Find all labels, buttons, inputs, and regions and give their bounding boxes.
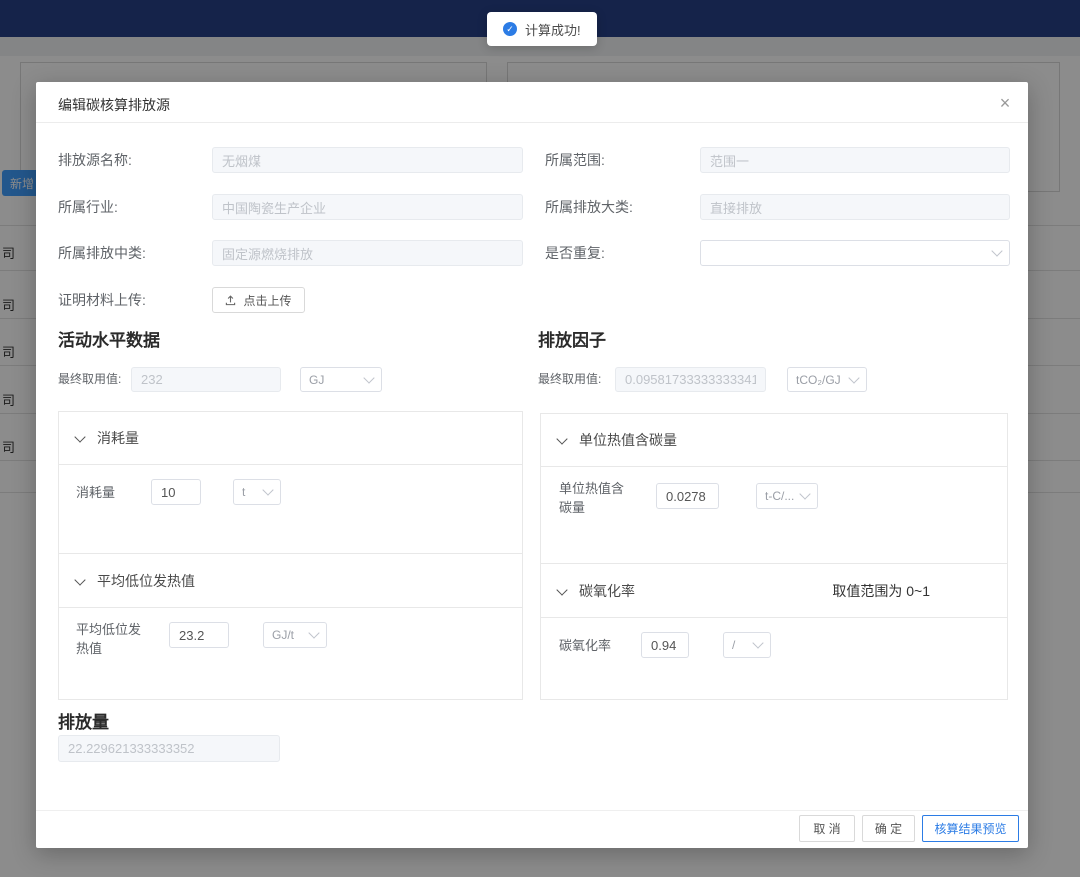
oxidation-rate-unit-select[interactable]: / xyxy=(723,632,771,658)
toast-message: 计算成功! xyxy=(525,20,581,39)
activity-unit-select[interactable]: GJ xyxy=(300,367,382,392)
heating-value-unit-select[interactable]: GJ/t xyxy=(263,622,327,648)
field-label-upload: 证明材料上传: xyxy=(58,287,146,313)
oxidation-rate-row-label: 碳氧化率 xyxy=(559,636,611,655)
chevron-down-icon xyxy=(74,574,85,585)
field-label-major-category: 所属排放大类: xyxy=(545,194,633,220)
carbon-content-panel-body: 单位热值含碳量 t-C/... xyxy=(541,467,1007,564)
oxidation-rate-panel-title: 碳氧化率 xyxy=(579,581,635,601)
heating-value-input[interactable] xyxy=(169,622,229,648)
emission-section-title: 排放量 xyxy=(58,708,109,733)
consumption-unit-select[interactable]: t xyxy=(233,479,281,505)
field-label-scope: 所属范围: xyxy=(545,147,605,173)
factor-unit-select[interactable]: tCO₂/GJ xyxy=(787,367,867,392)
chevron-down-icon xyxy=(752,637,763,648)
scope-input xyxy=(700,147,1010,173)
chevron-down-icon xyxy=(556,584,567,595)
upload-button[interactable]: 点击上传 xyxy=(212,287,305,313)
chevron-down-icon xyxy=(799,488,810,499)
close-icon[interactable]: × xyxy=(994,92,1016,114)
heating-value-row-label: 平均低位发热值 xyxy=(76,620,152,658)
industry-input xyxy=(212,194,523,220)
consumption-unit-value: t xyxy=(242,485,245,499)
heating-value-panel-body: 平均低位发热值 GJ/t xyxy=(59,608,522,701)
chevron-down-icon xyxy=(991,245,1002,256)
toast-success: ✓ 计算成功! xyxy=(487,12,597,46)
factor-section-title: 排放因子 xyxy=(538,326,606,351)
dialog-header-divider xyxy=(36,122,1028,123)
consumption-panel-header[interactable]: 消耗量 xyxy=(59,412,522,465)
heating-value-panel-title: 平均低位发热值 xyxy=(97,571,195,591)
upload-icon xyxy=(225,295,236,306)
cancel-button[interactable]: 取 消 xyxy=(799,815,855,842)
factor-final-input xyxy=(615,367,766,392)
activity-final-label: 最终取用值: xyxy=(58,367,121,392)
carbon-content-unit-select[interactable]: t-C/... xyxy=(756,483,818,509)
chevron-down-icon xyxy=(363,372,374,383)
field-label-duplicate: 是否重复: xyxy=(545,240,605,266)
field-label-middle-category: 所属排放中类: xyxy=(58,240,146,266)
oxidation-rate-range-note: 取值范围为 0~1 xyxy=(832,581,990,601)
duplicate-select[interactable] xyxy=(700,240,1010,266)
carbon-content-panel-header[interactable]: 单位热值含碳量 xyxy=(541,414,1007,467)
emission-result-input xyxy=(58,735,280,762)
heating-value-unit-value: GJ/t xyxy=(272,628,294,642)
dialog-footer-divider xyxy=(36,810,1028,811)
carbon-content-row-label: 单位热值含碳量 xyxy=(559,479,635,517)
carbon-content-input[interactable] xyxy=(656,483,719,509)
factor-collapse-panel: 单位热值含碳量 单位热值含碳量 t-C/... 碳氧化率 取值范围为 0~1 碳… xyxy=(540,413,1008,700)
consumption-row-label: 消耗量 xyxy=(76,483,115,502)
preview-result-button[interactable]: 核算结果预览 xyxy=(922,815,1019,842)
field-label-industry: 所属行业: xyxy=(58,194,118,220)
factor-final-label: 最终取用值: xyxy=(538,367,601,392)
edit-emission-source-dialog: 编辑碳核算排放源 × 排放源名称: 所属范围: 所属行业: 所属排放大类: 所属… xyxy=(36,82,1028,848)
factor-unit-value: tCO₂/GJ xyxy=(796,373,841,387)
upload-button-label: 点击上传 xyxy=(243,292,291,309)
heating-value-panel-header[interactable]: 平均低位发热值 xyxy=(59,554,522,608)
success-check-icon: ✓ xyxy=(503,22,517,36)
chevron-down-icon xyxy=(308,627,319,638)
oxidation-rate-unit-value: / xyxy=(732,638,735,652)
consumption-input[interactable] xyxy=(151,479,201,505)
chevron-down-icon xyxy=(848,372,859,383)
carbon-content-unit-value: t-C/... xyxy=(765,489,794,503)
chevron-down-icon xyxy=(74,431,85,442)
carbon-content-panel-title: 单位热值含碳量 xyxy=(579,430,677,450)
middle-category-input xyxy=(212,240,523,266)
consumption-panel-body: 消耗量 t xyxy=(59,465,522,554)
confirm-button[interactable]: 确 定 xyxy=(862,815,915,842)
activity-collapse-panel: 消耗量 消耗量 t 平均低位发热值 平均低位发热值 GJ/t xyxy=(58,411,523,700)
dialog-title: 编辑碳核算排放源 xyxy=(58,95,170,115)
oxidation-rate-panel-body: 碳氧化率 / xyxy=(541,618,1007,710)
field-label-source-name: 排放源名称: xyxy=(58,147,132,173)
source-name-input xyxy=(212,147,523,173)
chevron-down-icon xyxy=(556,433,567,444)
chevron-down-icon xyxy=(262,484,273,495)
consumption-panel-title: 消耗量 xyxy=(97,428,139,448)
oxidation-rate-input[interactable] xyxy=(641,632,689,658)
oxidation-rate-panel-header[interactable]: 碳氧化率 取值范围为 0~1 xyxy=(541,564,1007,618)
activity-unit-value: GJ xyxy=(309,373,324,387)
activity-section-title: 活动水平数据 xyxy=(58,326,160,351)
activity-final-input xyxy=(131,367,281,392)
major-category-input xyxy=(700,194,1010,220)
